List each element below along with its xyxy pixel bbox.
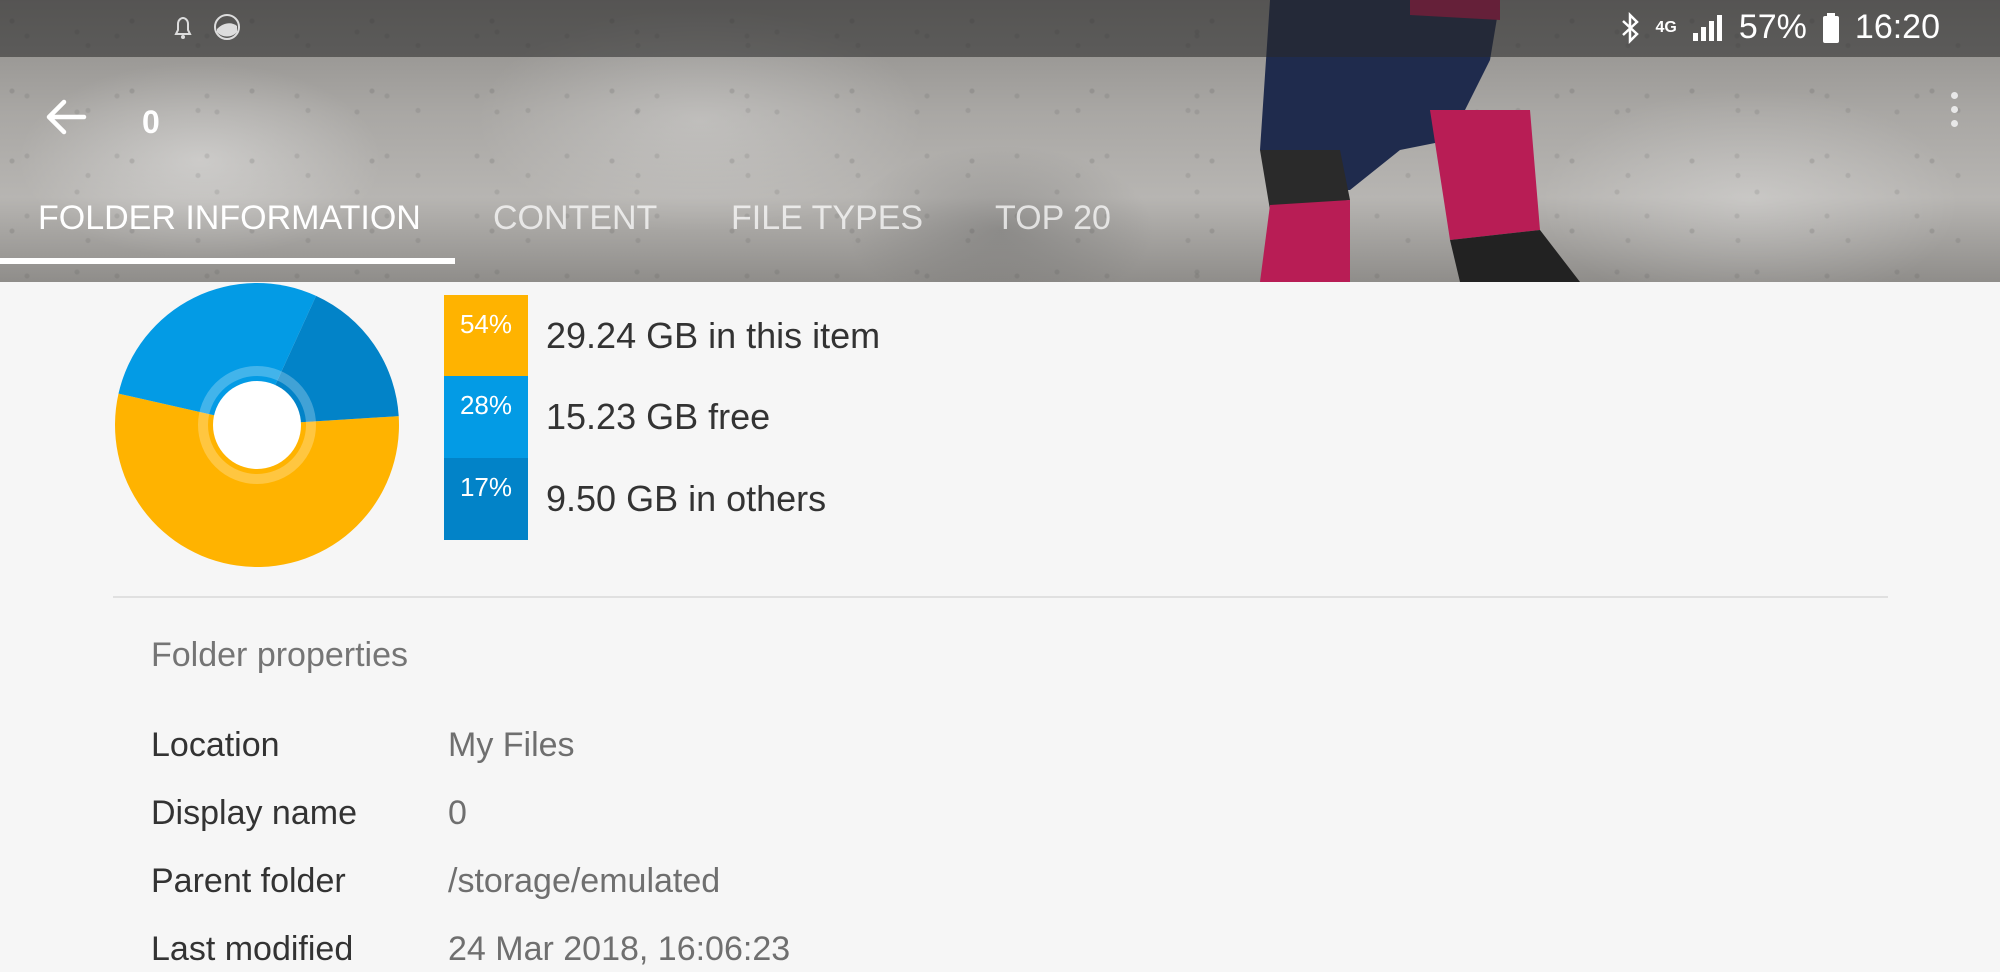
divider xyxy=(113,596,1888,598)
location-label: Location xyxy=(151,726,280,764)
clock: 16:20 xyxy=(1854,8,1940,46)
legend-swatch-free: 28% xyxy=(444,376,528,458)
network-4g-label: 4G xyxy=(1655,18,1677,36)
battery-percent: 57% xyxy=(1738,8,1807,46)
folder-title: 0 xyxy=(142,104,160,140)
tab-folder-information[interactable]: FOLDER INFORMATION xyxy=(38,196,421,262)
legend-percent-item: 54% xyxy=(459,309,513,339)
active-tab-indicator xyxy=(0,258,455,264)
legend-percent-free: 28% xyxy=(459,390,513,420)
tab-content[interactable]: CONTENT xyxy=(493,196,657,262)
last-modified-value: 24 Mar 2018, 16:06:23 xyxy=(448,930,791,968)
battery-icon xyxy=(1822,12,1839,43)
tab-top-20[interactable]: TOP 20 xyxy=(995,196,1111,262)
parent-folder-label: Parent folder xyxy=(151,862,346,900)
legend-swatch-item: 54% xyxy=(444,295,528,376)
header-photo: 4G 57% 16:20 0 FOLDER INFORMATION CONTEN… xyxy=(0,0,2000,282)
display-name-label: Display name xyxy=(151,794,357,832)
legend-text-free: 15.23 GB free xyxy=(546,396,771,437)
legend-text-item: 29.24 GB in this item xyxy=(546,315,881,356)
more-options-button[interactable] xyxy=(1944,92,1964,136)
tab-file-types[interactable]: FILE TYPES xyxy=(731,196,923,262)
status-bar: 4G 57% 16:20 xyxy=(0,0,2000,57)
donut-hole xyxy=(213,381,301,469)
location-value: My Files xyxy=(448,726,575,764)
folder-properties-title: Folder properties xyxy=(151,636,409,674)
notification-bell-icon xyxy=(174,16,192,39)
more-vertical-icon xyxy=(1950,92,1958,99)
legend-swatch-others: 17% xyxy=(444,458,528,540)
signal-icon xyxy=(1692,14,1722,41)
more-vertical-icon-dot xyxy=(1950,106,1958,113)
more-vertical-icon-dot xyxy=(1950,120,1958,127)
app-notification-icon xyxy=(214,14,240,40)
storage-usage-donut xyxy=(114,283,399,568)
bluetooth-icon xyxy=(1621,11,1639,44)
legend-text-others: 9.50 GB in others xyxy=(546,478,827,519)
legend-percent-others: 17% xyxy=(459,472,513,502)
last-modified-label: Last modified xyxy=(151,930,354,968)
display-name-value: 0 xyxy=(448,794,467,832)
parent-folder-value: /storage/emulated xyxy=(448,862,721,900)
back-button[interactable] xyxy=(40,90,94,144)
